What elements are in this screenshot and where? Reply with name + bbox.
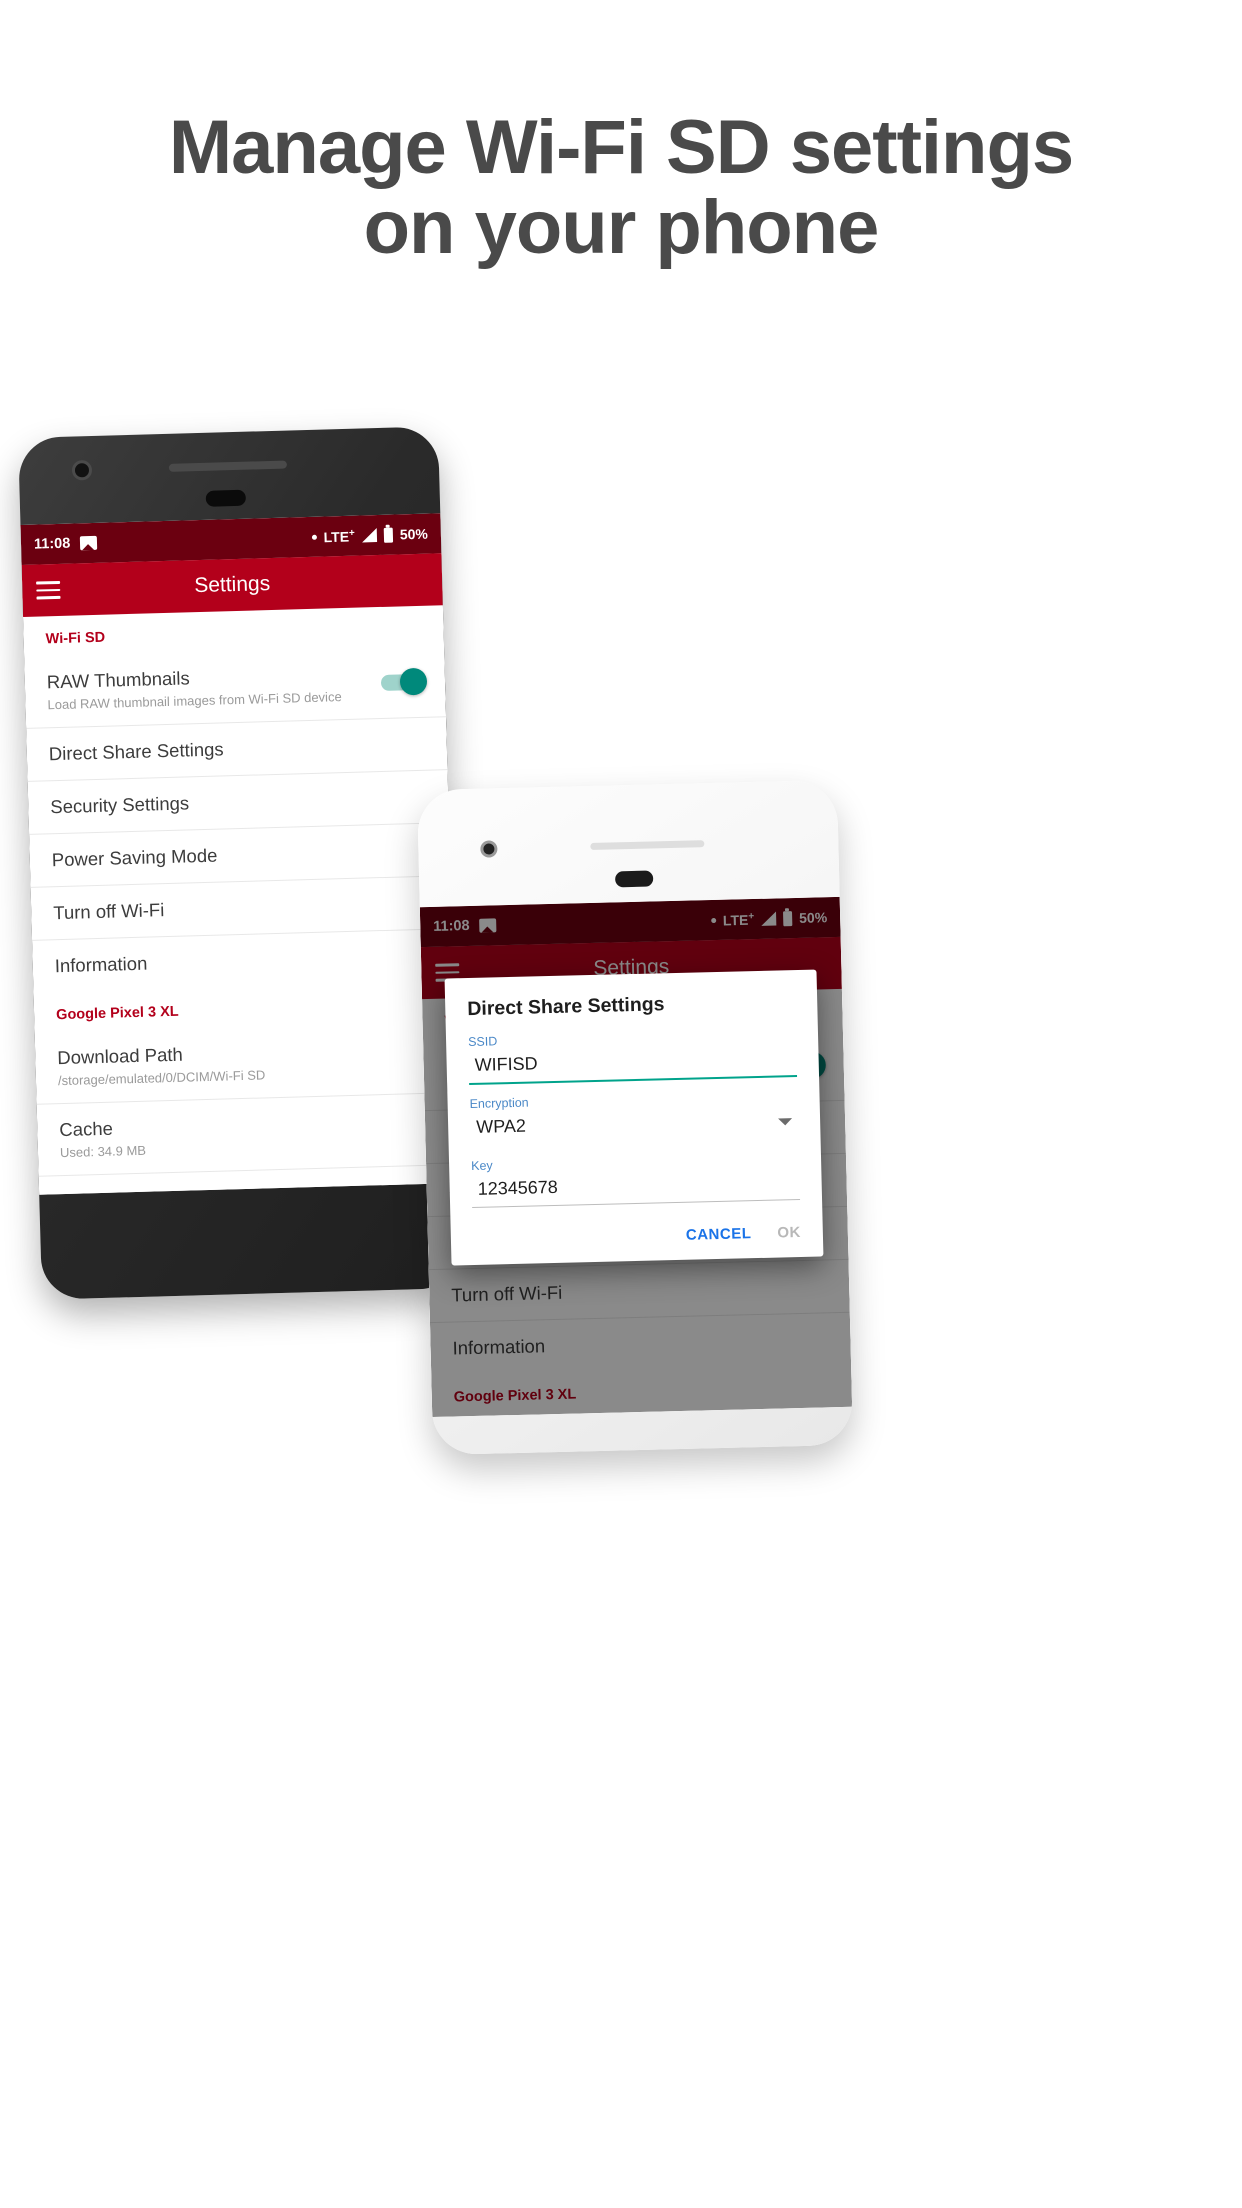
list-item[interactable]: Information xyxy=(430,1313,851,1375)
page-title: Manage Wi-Fi SD settings on your phone xyxy=(0,108,1242,268)
list-item-title: Turn off Wi-Fi xyxy=(53,899,165,924)
picture-icon xyxy=(479,918,497,933)
list-item[interactable]: Cache Used: 34.9 MB xyxy=(36,1093,459,1177)
encryption-field-group: Encryption WPA2 xyxy=(469,1089,798,1147)
status-right-cluster: LTE+ 50% xyxy=(311,525,428,545)
ssid-field-group: SSID WIFISD xyxy=(468,1027,798,1086)
list-item[interactable]: RAW Thumbnails Load RAW thumbnail images… xyxy=(24,645,447,729)
list-item-title: Power Saving Mode xyxy=(51,844,218,871)
battery-label: 50% xyxy=(798,909,828,926)
chevron-down-icon[interactable] xyxy=(778,1118,793,1126)
ok-button[interactable]: OK xyxy=(777,1224,801,1242)
front-camera-icon xyxy=(480,840,498,858)
picture-icon xyxy=(80,535,98,551)
poster-canvas: Manage Wi-Fi SD settings on your phone 1… xyxy=(0,0,1242,2208)
direct-share-settings-dialog: Direct Share Settings SSID WIFISD Encryp… xyxy=(444,969,824,1266)
network-label: LTE+ xyxy=(323,527,355,545)
dot-icon xyxy=(311,534,317,540)
hamburger-menu-icon[interactable] xyxy=(36,576,61,604)
key-field-group: Key 12345678 xyxy=(471,1151,801,1209)
network-label: LTE+ xyxy=(722,910,755,929)
dialog-title: Direct Share Settings xyxy=(467,993,665,1021)
toolbar-title: Settings xyxy=(193,572,271,598)
headline-line-2: on your phone xyxy=(363,184,880,270)
list-item-title: Information xyxy=(54,952,148,977)
battery-icon xyxy=(383,527,394,543)
list-item-title: Information xyxy=(452,1335,546,1359)
list-item[interactable]: Download Path /storage/emulated/0/DCIM/W… xyxy=(34,1021,457,1105)
earpiece-icon xyxy=(205,489,247,507)
signal-icon xyxy=(760,911,777,926)
status-time: 11:08 xyxy=(33,535,71,553)
speaker-grille xyxy=(590,840,705,851)
phone1-screen: 11:08 LTE+ 50% Settings Wi-Fi SD RAW Thu… xyxy=(20,513,460,1195)
battery-label: 50% xyxy=(399,525,429,543)
encryption-select[interactable]: WPA2 xyxy=(470,1107,799,1147)
key-input[interactable]: 12345678 xyxy=(471,1169,801,1209)
settings-list: Wi-Fi SD RAW Thumbnails Load RAW thumbna… xyxy=(23,605,460,1195)
phone-device-white: 11:08 LTE+ 50% Settings Wi-Fi SD xyxy=(416,779,854,1456)
ssid-input[interactable]: WIFISD xyxy=(468,1045,798,1086)
list-item-title: About xyxy=(61,1181,437,1195)
cancel-button[interactable]: CANCEL xyxy=(686,1225,752,1244)
dialog-actions: CANCEL OK xyxy=(472,1212,801,1259)
list-item-title: Turn off Wi-Fi xyxy=(451,1281,563,1306)
status-right-cluster: LTE+ 50% xyxy=(710,909,828,929)
headline-line-1: Manage Wi-Fi SD settings xyxy=(168,105,1074,190)
phone2-screen: 11:08 LTE+ 50% Settings Wi-Fi SD xyxy=(419,896,853,1418)
list-item-title: Security Settings xyxy=(50,792,190,818)
status-time: 11:08 xyxy=(433,917,470,935)
signal-icon xyxy=(361,528,378,543)
battery-icon xyxy=(782,910,793,926)
earpiece-icon xyxy=(614,870,654,888)
list-item-title: Direct Share Settings xyxy=(48,738,224,765)
dot-icon xyxy=(710,917,716,923)
phone-device-dark: 11:08 LTE+ 50% Settings Wi-Fi SD RAW Thu… xyxy=(18,426,462,1300)
raw-thumbnails-toggle[interactable] xyxy=(380,667,428,695)
